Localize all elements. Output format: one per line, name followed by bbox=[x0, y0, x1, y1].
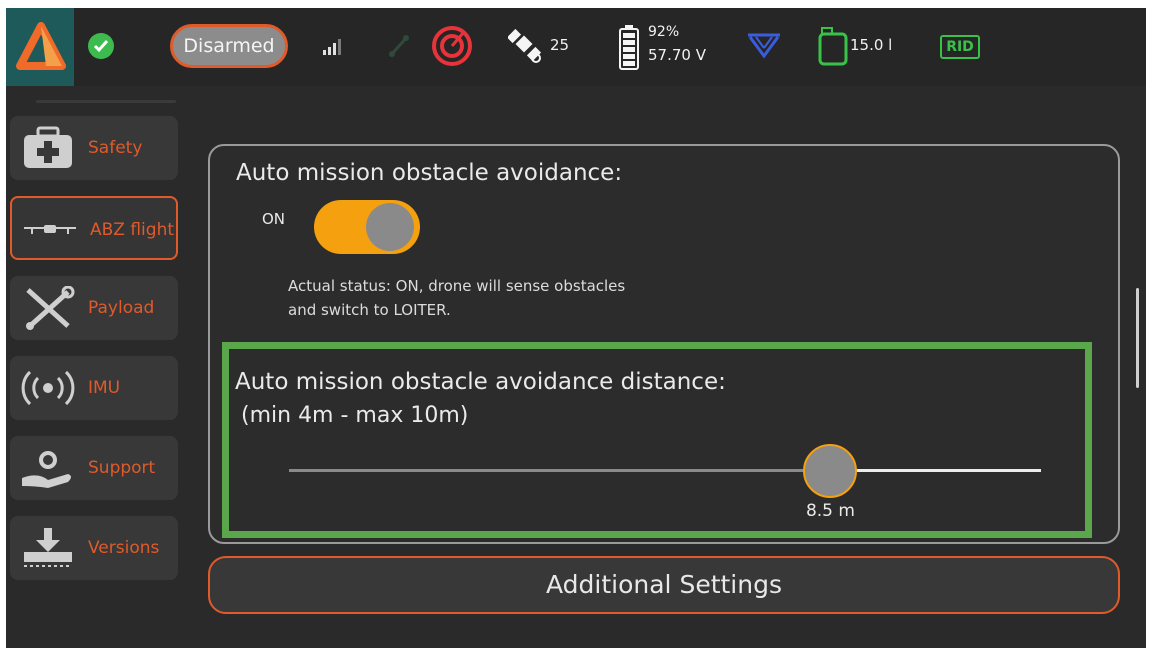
toggle-state-label: ON bbox=[262, 210, 286, 228]
sidebar-item-label: Versions bbox=[88, 538, 160, 558]
sidebar-item-payload[interactable]: Payload bbox=[10, 276, 178, 340]
logo-cell bbox=[6, 8, 74, 86]
sidebar-item-label: IMU bbox=[88, 378, 121, 398]
broadcast-icon bbox=[21, 370, 75, 406]
sidebar-item-label: ABZ flight bbox=[90, 220, 175, 240]
satellite-icon[interactable] bbox=[508, 28, 544, 64]
distance-slider-handle[interactable] bbox=[803, 444, 858, 498]
distance-value: 8.5 m bbox=[805, 501, 855, 521]
tank-volume: 15.0 l bbox=[850, 36, 893, 54]
support-icon bbox=[22, 451, 71, 488]
distance-slider-fill bbox=[830, 469, 1041, 472]
sidebar-scroll-stub bbox=[36, 100, 176, 103]
distance-title: Auto mission obstacle avoidance distance… bbox=[235, 369, 726, 395]
sprayer-icon[interactable] bbox=[746, 32, 782, 60]
sidebar-item-support[interactable]: Support bbox=[10, 436, 178, 500]
sidebar: Safety ABZ flight Payload IMU Support Ve… bbox=[6, 92, 186, 648]
distance-setting-highlight: Auto mission obstacle avoidance distance… bbox=[222, 342, 1092, 538]
app-screen: Disarmed 25 92% 57.70 V 15.0 l RID Safet… bbox=[6, 8, 1146, 648]
additional-settings-button[interactable]: Additional Settings bbox=[208, 556, 1120, 614]
app-logo-icon bbox=[16, 22, 66, 70]
status-line: Actual status: ON, drone will sense obst… bbox=[288, 277, 626, 295]
avoidance-settings-panel: Auto mission obstacle avoidance: ON Actu… bbox=[208, 144, 1120, 544]
battery-percent: 92% bbox=[648, 24, 680, 40]
tank-icon[interactable] bbox=[818, 26, 848, 66]
sidebar-item-label: Safety bbox=[88, 138, 143, 158]
avoidance-title: Auto mission obstacle avoidance: bbox=[236, 160, 623, 186]
battery-icon[interactable] bbox=[618, 24, 640, 70]
battery-voltage: 57.70 V bbox=[648, 46, 706, 64]
tools-icon bbox=[26, 286, 75, 330]
arm-state-pill[interactable]: Disarmed bbox=[170, 24, 288, 68]
distance-range: (min 4m - max 10m) bbox=[241, 403, 469, 428]
avoidance-status-text: Actual status: ON, drone will sense obst… bbox=[288, 274, 788, 322]
first-aid-kit-icon bbox=[24, 126, 72, 168]
download-icon bbox=[24, 528, 72, 567]
avoidance-toggle[interactable] bbox=[314, 200, 420, 254]
sidebar-item-abz-flight[interactable]: ABZ flight bbox=[10, 196, 178, 260]
sidebar-item-imu[interactable]: IMU bbox=[10, 356, 178, 420]
link-icon[interactable] bbox=[386, 32, 412, 60]
signal-bars-icon[interactable] bbox=[322, 38, 342, 56]
content-scrollbar[interactable] bbox=[1136, 288, 1139, 388]
status-line: and switch to LOITER. bbox=[288, 301, 451, 319]
satellite-count: 25 bbox=[550, 36, 570, 54]
remote-id-badge[interactable]: RID bbox=[940, 35, 980, 59]
sidebar-item-label: Payload bbox=[88, 298, 155, 318]
sidebar-item-versions[interactable]: Versions bbox=[10, 516, 178, 580]
drone-icon bbox=[24, 225, 76, 234]
sidebar-item-safety[interactable]: Safety bbox=[10, 116, 178, 180]
status-ok-icon[interactable] bbox=[88, 33, 114, 59]
sidebar-item-label: Support bbox=[88, 458, 156, 478]
distance-slider-track[interactable] bbox=[289, 469, 1041, 472]
top-bar: Disarmed 25 92% 57.70 V 15.0 l RID bbox=[6, 8, 1146, 86]
toggle-knob[interactable] bbox=[366, 203, 414, 251]
target-icon[interactable] bbox=[430, 24, 474, 68]
